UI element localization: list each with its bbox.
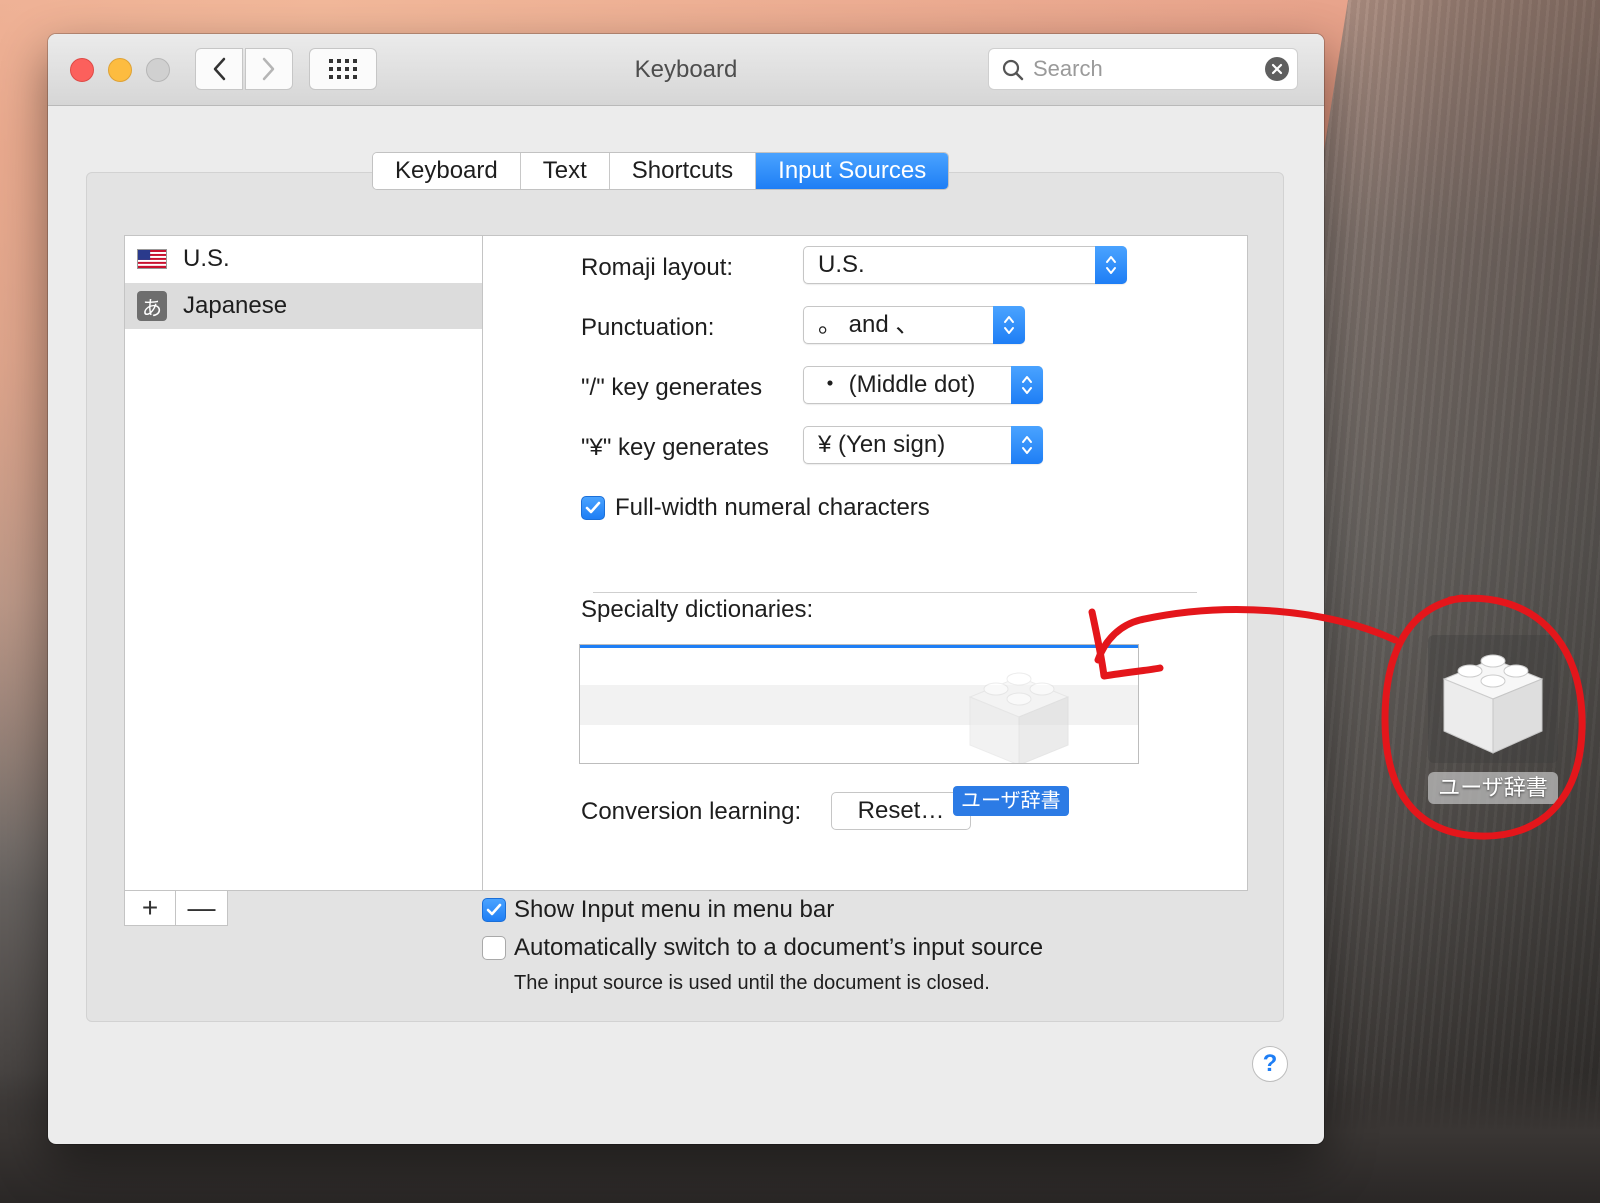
updown-arrows-icon bbox=[993, 306, 1025, 344]
romaji-layout-popup[interactable]: U.S. bbox=[803, 246, 1127, 284]
auto-switch-label: Automatically switch to a document’s inp… bbox=[514, 934, 1044, 961]
yen-key-value: ¥ (Yen sign) bbox=[818, 431, 946, 458]
yen-key-popup[interactable]: ¥ (Yen sign) bbox=[803, 426, 1043, 464]
chevron-left-icon bbox=[213, 57, 226, 81]
hiragana-a-icon: あ bbox=[137, 291, 167, 321]
show-all-button[interactable] bbox=[309, 48, 377, 90]
full-width-checkbox[interactable] bbox=[581, 496, 605, 520]
us-flag-icon bbox=[137, 249, 167, 269]
tab-input-sources[interactable]: Input Sources bbox=[756, 153, 949, 189]
desktop-file-label[interactable]: ユーザ辞書 bbox=[1428, 772, 1558, 804]
punctuation-value: 。 and 、 bbox=[818, 311, 920, 338]
source-label-japanese: Japanese bbox=[183, 292, 288, 319]
tab-text[interactable]: Text bbox=[520, 153, 610, 189]
back-button[interactable] bbox=[195, 48, 243, 90]
keyboard-preferences-window: Keyboard Keyboard Text Shortcuts Input S… bbox=[48, 34, 1324, 1144]
slash-key-popup[interactable]: ・ (Middle dot) bbox=[803, 366, 1043, 404]
list-item-us[interactable]: U.S. bbox=[125, 236, 483, 282]
drag-filename-badge: ユーザ辞書 bbox=[953, 786, 1069, 816]
updown-arrows-icon bbox=[1095, 246, 1127, 284]
reset-button[interactable]: Reset… bbox=[831, 792, 971, 830]
dragged-lego-brick-icon bbox=[968, 672, 1070, 763]
updown-arrows-icon bbox=[1011, 366, 1043, 404]
list-item-japanese[interactable]: あ Japanese bbox=[125, 283, 483, 329]
specialty-dictionaries-list[interactable] bbox=[579, 644, 1139, 764]
show-input-menu-label: Show Input menu in menu bar bbox=[514, 896, 835, 923]
auto-switch-note: The input source is used until the docum… bbox=[514, 972, 990, 994]
clear-search-icon[interactable] bbox=[1265, 57, 1289, 81]
show-input-menu-checkbox[interactable] bbox=[482, 898, 506, 922]
titlebar: Keyboard bbox=[48, 34, 1324, 106]
search-field[interactable] bbox=[988, 48, 1298, 90]
desktop-file-icon[interactable] bbox=[1428, 635, 1558, 763]
add-remove-buttons: + — bbox=[124, 890, 228, 926]
forward-button[interactable] bbox=[245, 48, 293, 90]
checkmark-icon bbox=[486, 903, 502, 916]
conversion-learning-label: Conversion learning: bbox=[581, 798, 802, 825]
checkmark-icon bbox=[585, 501, 601, 514]
minimize-window-button[interactable] bbox=[108, 58, 132, 82]
japanese-options-pane: Romaji layout: U.S. Punctuation: 。 and 、… bbox=[482, 235, 1248, 891]
punctuation-popup[interactable]: 。 and 、 bbox=[803, 306, 1025, 344]
tab-keyboard[interactable]: Keyboard bbox=[373, 153, 521, 189]
grid-icon bbox=[329, 59, 357, 79]
source-label-us: U.S. bbox=[183, 245, 230, 272]
zoom-window-button[interactable] bbox=[146, 58, 170, 82]
updown-arrows-icon bbox=[1011, 426, 1043, 464]
specialty-dictionaries-label: Specialty dictionaries: bbox=[581, 596, 814, 623]
section-divider bbox=[593, 592, 1197, 593]
search-icon bbox=[1002, 59, 1024, 81]
yen-key-label: "¥" key generates bbox=[581, 434, 769, 461]
close-window-button[interactable] bbox=[70, 58, 94, 82]
punctuation-label: Punctuation: bbox=[581, 314, 715, 341]
lego-brick-plugin-icon bbox=[1442, 654, 1544, 754]
search-input[interactable] bbox=[1033, 49, 1253, 89]
slash-key-label: "/" key generates bbox=[581, 374, 763, 401]
tab-shortcuts[interactable]: Shortcuts bbox=[609, 153, 757, 189]
help-button[interactable]: ? bbox=[1252, 1046, 1288, 1082]
input-source-list[interactable]: U.S. あ Japanese bbox=[124, 235, 484, 891]
full-width-label: Full-width numeral characters bbox=[615, 494, 930, 521]
add-input-source-button[interactable]: + bbox=[125, 891, 176, 925]
remove-input-source-button[interactable]: — bbox=[176, 891, 227, 925]
auto-switch-checkbox[interactable] bbox=[482, 936, 506, 960]
chevron-right-icon bbox=[262, 57, 275, 81]
romaji-layout-label: Romaji layout: bbox=[581, 254, 734, 281]
slash-key-value: ・ (Middle dot) bbox=[818, 371, 976, 398]
romaji-layout-value: U.S. bbox=[818, 251, 865, 278]
tab-bar: Keyboard Text Shortcuts Input Sources bbox=[372, 152, 950, 190]
